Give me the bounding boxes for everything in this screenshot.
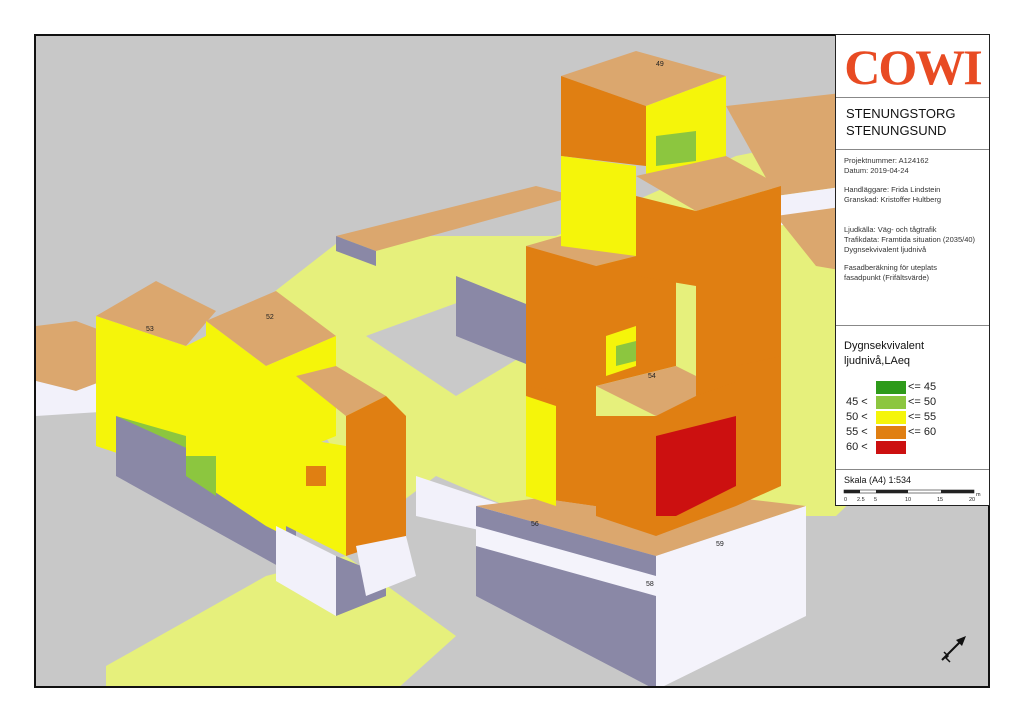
noise-source: Ljudkälla: Väg- och tågtrafik: [844, 225, 937, 234]
tower-lower-mid: [596, 416, 656, 536]
scale-unit: m: [976, 492, 981, 498]
separator: [836, 97, 989, 98]
legend-lo: 45 <: [846, 396, 868, 408]
project-title: STENUNGSTORG STENUNGSUND: [846, 105, 956, 139]
legend-title-line-2: ljudnivå,LAeq: [844, 355, 911, 367]
noise-measure: Dygnsekvivalent ljudnivå: [844, 245, 927, 254]
legend-swatch: [876, 396, 906, 409]
legend-hi: <= 50: [908, 396, 937, 408]
legend-row: 50 < <= 55: [846, 411, 986, 424]
legend-row: <= 45: [846, 381, 986, 394]
separator: [836, 149, 989, 150]
orange-cell-a: [306, 466, 326, 486]
tower-roof-label: 49: [656, 61, 664, 68]
scale-tick: 15: [937, 497, 943, 503]
legend-swatch: [876, 411, 906, 424]
tower-right-column: [736, 356, 781, 506]
scale-tick: 2.5: [857, 497, 865, 503]
traffic-data: Trafikdata: Framtida situation (2035/40): [844, 235, 976, 244]
tower-lower-yellow: [526, 396, 556, 506]
legend-row: 45 < <= 50: [846, 396, 986, 409]
scale-label: Skala (A4) 1:534: [844, 475, 912, 485]
legend-row: 60 <: [846, 441, 986, 454]
podium-front-label: 58: [646, 581, 654, 588]
north-arrow-icon: [941, 636, 966, 663]
legend-swatch: [876, 381, 906, 394]
midright-facade: [346, 396, 406, 556]
calc-desc-2: fasadpunkt (Frifältsvärde): [844, 273, 930, 282]
separator: [836, 469, 989, 470]
legend-row: 55 < <= 60: [846, 426, 986, 439]
midleft-roof-label: 52: [266, 314, 274, 321]
legend-hi: <= 45: [908, 381, 937, 393]
legend-hi: <= 55: [908, 411, 937, 423]
calc-desc-1: Fasadberäkning för uteplats: [844, 263, 937, 272]
tower-mid-front: [636, 196, 696, 286]
legend-hi: <= 60: [908, 426, 937, 438]
separator: [836, 325, 989, 326]
podium-right-label: 59: [716, 541, 724, 548]
legend-lo: 60 <: [846, 441, 868, 453]
legend-lo: 50 <: [846, 411, 868, 423]
scale-tick: 10: [905, 497, 911, 503]
project-line-2: STENUNGSUND: [846, 123, 947, 138]
tower-mid-yellow: [561, 156, 636, 256]
legend-swatch: [876, 426, 906, 439]
tower-upper-green: [656, 131, 696, 166]
podium-left-label: 56: [531, 521, 539, 528]
handler: Handläggare: Frida Lindstein: [844, 185, 941, 194]
reviewer: Granskad: Kristoffer Hultberg: [844, 195, 941, 204]
legend-title-line-1: Dygnsekvivalent: [844, 340, 925, 352]
project-line-1: STENUNGSTORG: [846, 106, 956, 121]
scale-tick: 5: [874, 497, 877, 503]
cowi-logo: COWI: [844, 39, 982, 95]
project-number: Projektnummer: A124162: [844, 156, 929, 165]
scale-bar: 0 2.5 5 10 15 20 m: [843, 489, 981, 503]
lowleft-roof-label: 53: [146, 326, 154, 333]
legend-title: Dygnsekvivalent ljudnivå,LAeq: [844, 339, 924, 369]
legend-swatch: [876, 441, 906, 454]
legend-panel: COWI STENUNGSTORG STENUNGSUND Projektnum…: [835, 34, 990, 506]
scale-tick: 20: [969, 497, 975, 503]
project-date: Datum: 2019-04-24: [844, 166, 909, 175]
tower-step-label: 54: [648, 373, 656, 380]
legend-lo: 55 <: [846, 426, 868, 438]
scale-tick: 0: [844, 497, 847, 503]
